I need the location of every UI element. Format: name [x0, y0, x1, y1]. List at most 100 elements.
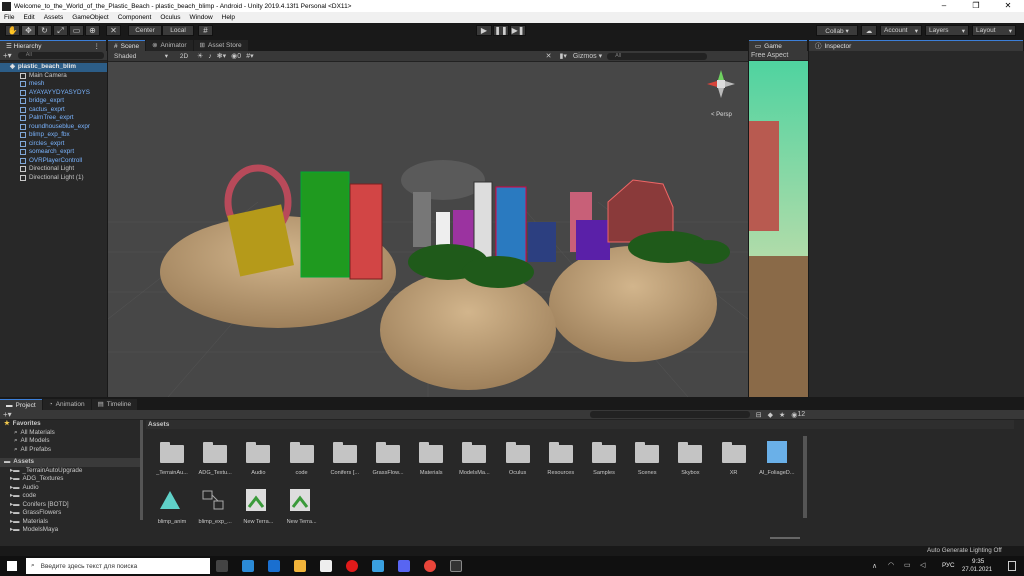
- tab-timeline[interactable]: ▤ Timeline: [91, 399, 138, 410]
- tab-inspector[interactable]: ⓘ Inspector: [809, 40, 1023, 51]
- cloud-icon[interactable]: ☁: [861, 25, 877, 36]
- scene-viewport[interactable]: < Persp: [108, 62, 748, 397]
- building-green[interactable]: [300, 171, 350, 278]
- scale-tool-icon[interactable]: ⤢: [53, 25, 68, 36]
- aspect-dropdown[interactable]: Free Aspect: [751, 52, 788, 59]
- create-icon[interactable]: +▾: [3, 410, 12, 419]
- shading-mode-dropdown[interactable]: Shaded ▾: [111, 51, 171, 61]
- explorer-icon[interactable]: [294, 560, 306, 572]
- move-tool-icon[interactable]: ✥: [21, 25, 36, 36]
- menu-oculus[interactable]: Oculus: [156, 12, 185, 23]
- lighting-icon[interactable]: ☀: [197, 52, 203, 60]
- building-violet[interactable]: [576, 220, 610, 260]
- tab-game[interactable]: ▭ Game: [749, 40, 807, 51]
- project-search-input[interactable]: [589, 411, 750, 418]
- menu-window[interactable]: Window: [186, 12, 218, 23]
- camera-icon[interactable]: ▮▾: [559, 52, 566, 60]
- tab-animator[interactable]: ⊗ Animator: [146, 40, 193, 51]
- persp-label[interactable]: < Persp: [711, 112, 733, 118]
- folder-icon[interactable]: [331, 441, 359, 463]
- grid-snap-icon[interactable]: #: [198, 25, 213, 36]
- filter-label-icon[interactable]: ◆: [768, 411, 773, 419]
- transform-tool-icon[interactable]: ⊕: [85, 25, 100, 36]
- asset-tree-item[interactable]: ▸▬ code: [0, 492, 143, 501]
- layers-dropdown[interactable]: Layers ▾: [925, 25, 969, 36]
- favorites-row[interactable]: ★ Favorites: [0, 420, 143, 429]
- volume-icon[interactable]: ◁: [920, 561, 925, 569]
- folder-icon[interactable]: [590, 441, 618, 463]
- hierarchy-item[interactable]: somearch_exprt: [0, 148, 107, 157]
- icon-size-slider[interactable]: [770, 537, 800, 539]
- minimize-button[interactable]: –: [928, 0, 960, 12]
- hierarchy-item[interactable]: cactus_exprt: [0, 106, 107, 115]
- tree-scrollbar[interactable]: [140, 420, 143, 520]
- tab-project[interactable]: ▬ Project: [0, 399, 42, 410]
- hierarchy-item[interactable]: PalmTree_exprt: [0, 114, 107, 123]
- asset-tree-item[interactable]: ▸▬ Audio: [0, 484, 143, 493]
- hierarchy-item[interactable]: OVRPlayerControll: [0, 157, 107, 166]
- building-gray[interactable]: [413, 192, 431, 247]
- edge-icon[interactable]: [242, 560, 254, 572]
- panel-menu-icon[interactable]: ⋮: [94, 41, 101, 52]
- clock-date[interactable]: 27.01.2021: [962, 567, 992, 573]
- asset-tree-item[interactable]: ▸▬ GrassFlowers: [0, 509, 143, 518]
- asset-tree-item[interactable]: ▸▬ ADG_Textures: [0, 475, 143, 484]
- terrain-data-icon[interactable]: [244, 489, 272, 511]
- wifi-icon[interactable]: ◠: [888, 561, 894, 569]
- island-right[interactable]: [549, 246, 717, 362]
- grid-toggle-icon[interactable]: #▾: [246, 52, 253, 60]
- rect-tool-icon[interactable]: ▭: [69, 25, 84, 36]
- island-center[interactable]: [380, 270, 556, 390]
- folder-icon[interactable]: [158, 441, 186, 463]
- folder-icon[interactable]: [547, 441, 575, 463]
- chrome-icon[interactable]: [424, 560, 436, 572]
- store-app-icon[interactable]: [320, 560, 332, 572]
- clock-time[interactable]: 9:35: [972, 558, 984, 565]
- folder-icon[interactable]: [460, 441, 488, 463]
- asset-tree-item[interactable]: ▸▬ Materials: [0, 518, 143, 527]
- menu-assets[interactable]: Assets: [40, 12, 69, 23]
- terrain-data-icon[interactable]: [288, 489, 316, 511]
- favorite-icon[interactable]: ★: [779, 411, 785, 419]
- mail-icon[interactable]: [268, 560, 280, 572]
- add-icon[interactable]: +▾: [3, 51, 12, 60]
- language-indicator[interactable]: РУС: [942, 562, 955, 569]
- folder-icon[interactable]: [201, 441, 229, 463]
- folder-icon[interactable]: [720, 441, 748, 463]
- windows-start-icon[interactable]: [7, 561, 17, 571]
- scene-search-input[interactable]: All: [607, 52, 708, 60]
- hierarchy-item[interactable]: Directional Light (1): [0, 174, 107, 183]
- folder-icon[interactable]: [374, 441, 402, 463]
- notification-icon[interactable]: [1008, 561, 1016, 571]
- hand-tool-icon[interactable]: ✋: [5, 25, 20, 36]
- menu-help[interactable]: Help: [218, 12, 240, 23]
- scene-render[interactable]: < Persp: [108, 62, 748, 397]
- asset-tree-item[interactable]: ▸▬ Conifers [BOTD]: [0, 501, 143, 510]
- orientation-gizmo[interactable]: [707, 70, 735, 98]
- building-striped[interactable]: [473, 181, 493, 261]
- favorite-item[interactable]: ⌕ All Prefabs: [0, 446, 143, 455]
- filter-type-icon[interactable]: ⊟: [756, 411, 762, 419]
- building-navy[interactable]: [528, 222, 556, 262]
- favorite-item[interactable]: ⌕ All Models: [0, 437, 143, 446]
- menu-edit[interactable]: Edit: [19, 12, 39, 23]
- custom-tool-icon[interactable]: ✕: [106, 25, 121, 36]
- discord-icon[interactable]: [398, 560, 410, 572]
- tools-icon[interactable]: ✕: [546, 52, 552, 60]
- tab-asset-store[interactable]: ⊞ Asset Store: [193, 40, 248, 51]
- opera-icon[interactable]: [346, 560, 358, 572]
- gizmos-dropdown[interactable]: Gizmos ▾: [573, 52, 602, 61]
- favorite-item[interactable]: ⌕ All Materials: [0, 429, 143, 438]
- pivot-local-toggle[interactable]: Local: [162, 25, 194, 36]
- animation-clip-icon[interactable]: [158, 489, 186, 511]
- assets-root-row[interactable]: ▬ Assets: [0, 458, 143, 467]
- folder-icon[interactable]: [504, 441, 532, 463]
- account-dropdown[interactable]: Account ▾: [880, 25, 922, 36]
- effects-icon[interactable]: ❃▾: [217, 52, 226, 60]
- telegram-icon[interactable]: [372, 560, 384, 572]
- assets-scrollbar[interactable]: [803, 436, 807, 518]
- collab-dropdown[interactable]: Collab ▾: [816, 25, 858, 36]
- layout-dropdown[interactable]: Layout ▾: [972, 25, 1016, 36]
- folder-icon[interactable]: [633, 441, 661, 463]
- building-red-stripes[interactable]: [349, 183, 383, 280]
